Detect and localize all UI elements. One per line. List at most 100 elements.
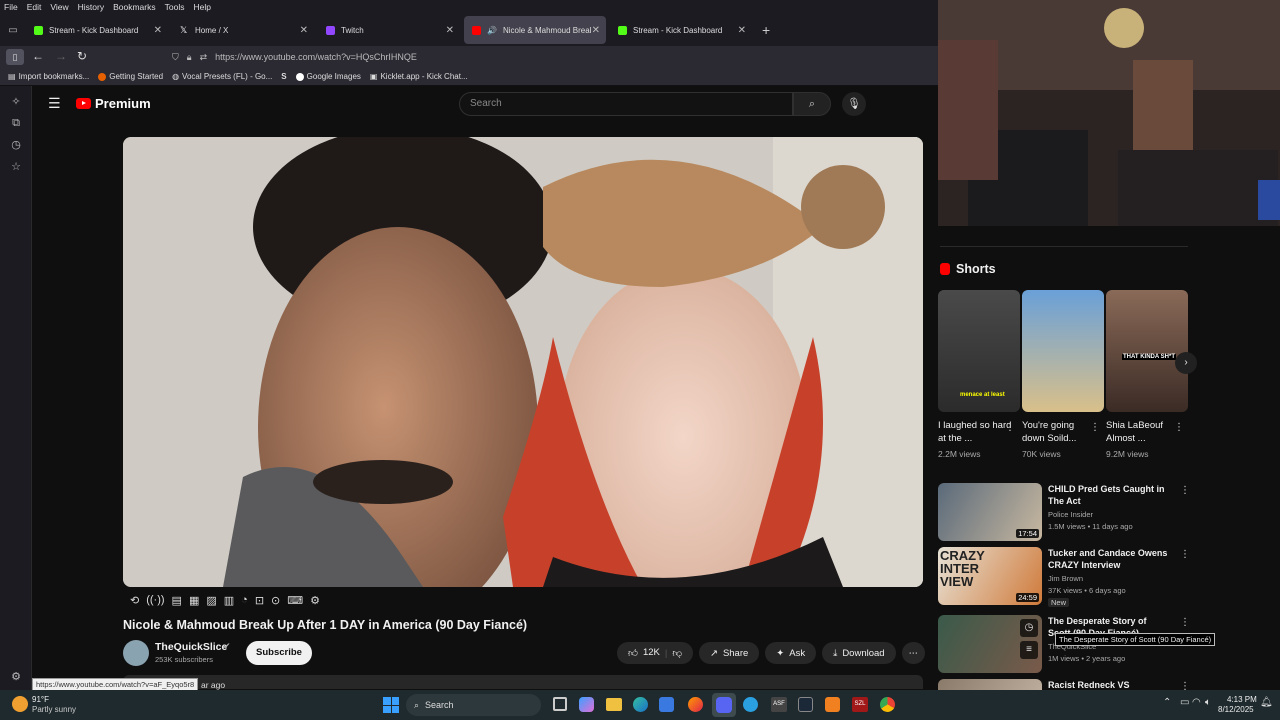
more-options-icon[interactable]: ⋮	[1180, 617, 1190, 628]
more-options-icon[interactable]: ⋮	[1180, 485, 1190, 496]
reload-icon[interactable]: ↻	[77, 49, 87, 63]
menu-tools[interactable]: Tools	[165, 2, 185, 12]
video-thumbnail[interactable]	[938, 679, 1042, 690]
short-title[interactable]: Shia LaBeouf Almost ...	[1106, 419, 1180, 445]
lock-icon[interactable]: 🔒︎	[187, 52, 192, 63]
picture-icon[interactable]: ▨	[206, 594, 216, 607]
telegram-icon[interactable]	[743, 697, 758, 712]
menu-file[interactable]: File	[4, 2, 18, 12]
settings-icon[interactable]: ⚙	[310, 594, 320, 607]
wifi-icon[interactable]: ◠	[1192, 697, 1201, 708]
bookmark-s[interactable]: S	[281, 72, 286, 81]
video-title[interactable]: CHILD Pred Gets Caught in The Act	[1048, 483, 1168, 507]
shorts-next-button[interactable]: ›	[1175, 352, 1197, 374]
add-to-queue-icon[interactable]: ≡	[1020, 641, 1038, 659]
clip-icon[interactable]: ▥	[224, 594, 234, 607]
loop-icon[interactable]: ⟲	[130, 594, 139, 607]
short-menu-icon[interactable]: ⋮	[1005, 422, 1015, 433]
short-thumbnail[interactable]	[1022, 290, 1104, 412]
store-icon[interactable]	[659, 697, 674, 712]
speed-icon[interactable]: ◔	[241, 594, 248, 607]
discord-icon[interactable]	[712, 693, 736, 717]
channel-name[interactable]: Jim Brown	[1048, 574, 1083, 583]
short-title[interactable]: You're going down Soild...	[1022, 419, 1096, 445]
search-button[interactable]: ⌕	[793, 92, 831, 116]
clock-time[interactable]: 4:13 PM	[1227, 695, 1257, 704]
channel-name[interactable]: Police Insider	[1048, 510, 1093, 519]
channel-name[interactable]: TheQuickSlice	[155, 641, 227, 653]
short-menu-icon[interactable]: ⋮	[1090, 422, 1100, 433]
subscribe-button[interactable]: Subscribe	[246, 641, 312, 665]
task-view-icon[interactable]	[553, 697, 567, 711]
channel-avatar[interactable]	[123, 640, 149, 666]
obs-icon[interactable]: ASF	[771, 697, 787, 712]
tab-twitch[interactable]: Twitch ✕	[318, 16, 460, 44]
notification-bell-icon[interactable]: 🔔︎	[1260, 697, 1273, 708]
recommended-video[interactable]: CRAZY INTER VIEW 24:59 Tucker and Candace O…	[938, 547, 1190, 607]
more-actions-button[interactable]: ⋯	[901, 642, 926, 664]
weather-temp[interactable]: 91°F	[32, 695, 49, 704]
ask-button[interactable]: ✦ Ask	[765, 642, 817, 664]
video-thumbnail[interactable]: ◷ ≡	[938, 615, 1042, 673]
recommended-video[interactable]: Racist Redneck VS ⋮	[938, 679, 1188, 690]
tab-kick-dashboard-2[interactable]: Stream - Kick Dashboard ✕	[610, 16, 752, 44]
hamburger-menu-icon[interactable]: ☰	[48, 95, 61, 112]
voice-search-button[interactable]: 🎙︎	[842, 92, 866, 116]
close-tab-icon[interactable]: ✕	[300, 25, 308, 36]
video-thumbnail[interactable]: 17:54	[938, 483, 1042, 541]
address-bar[interactable]: ⛉ 🔒︎ ⇄ https://www.youtube.com/watch?v=H…	[166, 48, 936, 66]
watch-later-icon[interactable]: ◷	[1020, 619, 1038, 637]
dislike-button[interactable]: 👎︎	[672, 647, 682, 659]
copilot-icon[interactable]	[579, 697, 594, 712]
edge-icon[interactable]	[633, 697, 648, 712]
bookmark-getting-started[interactable]: Getting Started	[98, 72, 163, 81]
bookmarks-star-icon[interactable]: ☆	[9, 160, 23, 174]
bookmark-kicklet[interactable]: ▣ Kicklet.app - Kick Chat...	[370, 72, 468, 81]
start-button-icon[interactable]	[383, 697, 399, 713]
tab-youtube-video[interactable]: 🔊 Nicole & Mahmoud Break ✕	[464, 16, 606, 44]
short-title[interactable]: I laughed so hard at the ...	[938, 419, 1012, 445]
menu-help[interactable]: Help	[193, 2, 210, 12]
url-text[interactable]: https://www.youtube.com/watch?v=HQsChrIH…	[215, 52, 417, 62]
ai-chat-icon[interactable]: ✧	[9, 95, 23, 109]
recommended-video[interactable]: 17:54 CHILD Pred Gets Caught in The Act …	[938, 483, 1190, 541]
bookmark-google-images[interactable]: Google Images	[295, 72, 361, 81]
taskbar-search[interactable]: ⌕ Search	[406, 694, 541, 716]
menu-bookmarks[interactable]: Bookmarks	[113, 2, 156, 12]
video-title[interactable]: Tucker and Candace Owens CRAZY Interview	[1048, 547, 1168, 571]
audio-playing-icon[interactable]: 🔊	[487, 26, 497, 35]
shield-icon[interactable]: ⛉	[172, 52, 179, 63]
menu-view[interactable]: View	[50, 2, 68, 12]
firefox-icon[interactable]	[688, 697, 703, 712]
settings-gear-icon[interactable]: ⚙	[9, 670, 23, 684]
sidebar-toggle-icon[interactable]: ▯	[6, 49, 24, 65]
file-explorer-icon[interactable]	[606, 698, 622, 711]
close-tab-icon[interactable]: ✕	[446, 25, 454, 36]
close-tab-icon[interactable]: ✕	[738, 25, 746, 36]
tray-overflow-icon[interactable]: ⌃	[1163, 697, 1171, 708]
tab-list-icon[interactable]: ▭	[0, 25, 26, 36]
frame-icon[interactable]: ⊡	[255, 594, 264, 607]
video-title[interactable]: Racist Redneck VS	[1048, 679, 1168, 690]
bookmark-vocal-presets[interactable]: ◍ Vocal Presets (FL) - Go...	[172, 72, 272, 81]
more-options-icon[interactable]: ⋮	[1180, 549, 1190, 560]
tab-kick-dashboard[interactable]: Stream - Kick Dashboard ✕	[26, 16, 168, 44]
video-thumbnail[interactable]: CRAZY INTER VIEW 24:59	[938, 547, 1042, 605]
short-menu-icon[interactable]: ⋮	[1174, 422, 1184, 433]
view-icon[interactable]: ▤	[172, 594, 182, 607]
short-thumbnail[interactable]: menace at least	[938, 290, 1020, 412]
screenshot-icon[interactable]: ⊙	[271, 594, 280, 607]
permissions-icon[interactable]: ⇄	[200, 52, 208, 63]
description-box[interactable]: ar ago	[123, 675, 923, 690]
tab-x-home[interactable]: 𝕏 Home / X ✕	[172, 16, 314, 44]
more-options-icon[interactable]: ⋮	[1180, 681, 1188, 690]
search-input[interactable]: Search	[459, 92, 793, 116]
download-button[interactable]: ⤓ Download	[822, 642, 896, 664]
video-player[interactable]	[123, 137, 923, 587]
short-thumbnail[interactable]: THAT KINDA SH*T	[1106, 290, 1188, 412]
like-button[interactable]: 👍︎ 12K	[628, 647, 660, 659]
chrome-icon[interactable]	[880, 697, 895, 712]
forward-icon[interactable]: →	[55, 49, 67, 63]
cinema-icon[interactable]: ▦	[189, 594, 199, 607]
new-tab-icon[interactable]: +	[762, 22, 770, 38]
